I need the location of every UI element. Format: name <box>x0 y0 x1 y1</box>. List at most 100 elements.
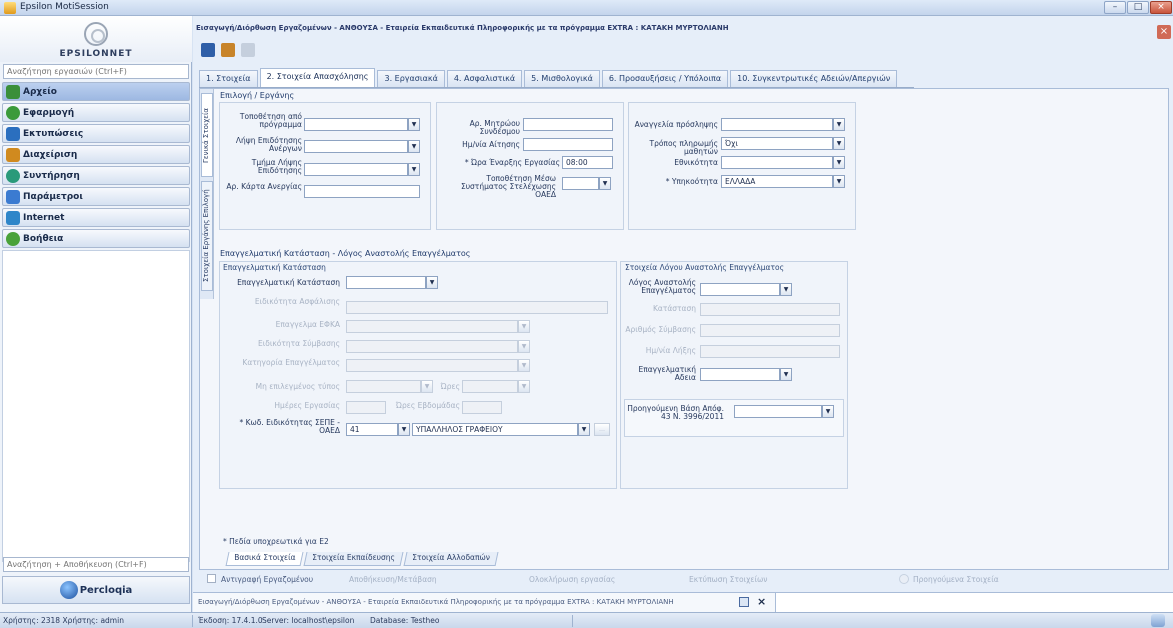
tab-insurance[interactable]: 4. Ασφαλιστικά <box>446 70 523 87</box>
user-icon[interactable] <box>1151 614 1165 627</box>
chevron-down-icon[interactable]: ▼ <box>780 368 792 381</box>
main-area: Εισαγωγή/Διόρθωση Εργαζομένων - ΑΝΘΟΥΣΑ … <box>193 16 1173 613</box>
previous-details-button[interactable]: Προηγούμενα Στοιχεία <box>913 575 999 584</box>
save-navigate-button[interactable]: Αποθήκευση/Μετάβαση <box>349 575 437 584</box>
previous-base-select[interactable] <box>734 405 822 418</box>
sidebar-item-help[interactable]: Βοήθεια <box>2 229 190 248</box>
tab-employment[interactable]: 2. Στοιχεία Απασχόλησης <box>259 68 376 87</box>
tab-foreigners[interactable]: Στοιχεία Αλλοδαπών <box>403 552 499 566</box>
employment-status-select[interactable] <box>346 276 426 289</box>
brand-name: Percloqia <box>79 584 133 596</box>
citizenship-select[interactable]: ΕΛΛΑΔΑ <box>721 175 833 188</box>
sidebar-item-label: Αρχείο <box>23 86 57 97</box>
professional-license-select[interactable] <box>700 368 780 381</box>
sidebar-item-parameters[interactable]: Παράμετροι <box>2 187 190 206</box>
tab-leaves[interactable]: 10. Συγκεντρωτικές Αδειών/Απεργιών <box>730 70 898 87</box>
tab-allowances[interactable]: 6. Προσαυξήσεις / Υπόλοιπα <box>601 70 729 87</box>
print-details-button[interactable]: Εκτύπωση Στοιχείων <box>689 575 767 584</box>
chevron-down-icon[interactable]: ▼ <box>833 175 845 188</box>
close-document-button[interactable]: × <box>1157 25 1171 39</box>
tab-education[interactable]: Στοιχεία Εκπαίδευσης <box>303 552 404 566</box>
brand-bar[interactable]: Percloqia <box>2 576 190 604</box>
tab-details[interactable]: 1. Στοιχεία <box>199 70 258 87</box>
tools-icon[interactable] <box>221 43 235 57</box>
unemployment-benefit-select[interactable] <box>304 140 408 153</box>
chevron-down-icon[interactable]: ▼ <box>408 118 420 131</box>
start-time-input[interactable]: 08:00 <box>562 156 613 169</box>
chevron-down-icon[interactable]: ▼ <box>408 163 420 176</box>
sidebar-item-internet[interactable]: Internet <box>2 208 190 227</box>
hiring-notice-select[interactable] <box>721 118 833 131</box>
more-button[interactable]: … <box>594 423 610 436</box>
maximize-button[interactable]: □ <box>1127 1 1149 14</box>
ethnicity-select[interactable] <box>721 156 833 169</box>
chevron-down-icon[interactable]: ▼ <box>833 137 845 150</box>
tab-payroll[interactable]: 5. Μισθολογικά <box>524 70 600 87</box>
window-title: Epsilon MotiSession <box>20 2 109 12</box>
oaed-placement-select[interactable] <box>562 177 599 190</box>
tab-work[interactable]: 3. Εργασιακά <box>377 70 445 87</box>
radio-icon[interactable] <box>899 574 909 584</box>
status-database: Database: Testheo <box>370 616 440 625</box>
restore-icon[interactable] <box>739 597 749 607</box>
group-employment-status <box>219 261 617 489</box>
hours-select <box>462 380 518 393</box>
chevron-down-icon: ▼ <box>421 380 433 393</box>
vtab-ergani[interactable]: Στοιχεία Εργάνης Επιλογή <box>201 181 213 291</box>
benefit-department-select[interactable] <box>304 163 408 176</box>
unemployment-card-input[interactable] <box>304 185 420 198</box>
occupation-category-select <box>346 359 518 372</box>
bottom-tabs: Βασικά Στοιχεία Στοιχεία Εκπαίδευσης Στο… <box>225 552 500 567</box>
placement-program-select[interactable] <box>304 118 408 131</box>
sidebar-item-management[interactable]: Διαχείριση <box>2 145 190 164</box>
chevron-down-icon[interactable]: ▼ <box>426 276 438 289</box>
sidebar-item-application[interactable]: Εφαρμογή <box>2 103 190 122</box>
chevron-down-icon[interactable]: ▼ <box>578 423 590 436</box>
chevron-down-icon: ▼ <box>518 359 530 372</box>
field-label: Προηγούμενη Βάση Απόφ. 43 Ν. 3996/2011 <box>627 404 724 421</box>
title-bar: Epsilon MotiSession – □ × <box>0 0 1173 16</box>
sidebar-item-label: Συντήρηση <box>23 170 80 181</box>
epsilon-logo-icon <box>84 22 108 46</box>
field-label: Αρ. Κάρτα Ανεργίας <box>226 182 302 191</box>
status-bar: Χρήστης: 2318 Χρήστης: admin Έκδοση: 17.… <box>0 612 1173 628</box>
minimize-button[interactable]: – <box>1104 1 1126 14</box>
field-label: Μη επιλεγμένος τύπος <box>255 382 340 391</box>
close-window-button[interactable]: × <box>1150 1 1172 14</box>
tab-basic-info[interactable]: Βασικά Στοιχεία <box>225 552 304 566</box>
vtab-general[interactable]: Γενικά Στοιχεία <box>201 93 213 177</box>
chevron-down-icon[interactable]: ▼ <box>780 283 792 296</box>
chevron-down-icon[interactable]: ▼ <box>599 177 611 190</box>
registry-number-input[interactable] <box>523 118 613 131</box>
chevron-down-icon[interactable]: ▼ <box>833 156 845 169</box>
sidebar-item-file[interactable]: Αρχείο <box>2 82 190 101</box>
chevron-down-icon[interactable]: ▼ <box>822 405 834 418</box>
weekly-hours-input <box>462 401 502 414</box>
complete-task-button[interactable]: Ολοκλήρωση εργασίας <box>529 575 615 584</box>
application-date-input[interactable] <box>523 138 613 151</box>
save-icon[interactable] <box>201 43 215 57</box>
field-label: Ημ/νία Αίτησης <box>462 140 520 149</box>
copy-employee-checkbox[interactable] <box>207 574 216 583</box>
sidebar-item-prints[interactable]: Εκτυπώσεις <box>2 124 190 143</box>
print-icon <box>6 126 20 141</box>
required-fields-note: * Πεδία υποχρεωτικά για Ε2 <box>223 537 329 546</box>
manage-icon <box>6 147 20 162</box>
chevron-down-icon[interactable]: ▼ <box>398 423 410 436</box>
specialty-name-select[interactable]: ΥΠΑΛΛΗΛΟΣ ΓΡΑΦΕΙΟΥ <box>412 423 578 436</box>
sidebar-item-maintenance[interactable]: Συντήρηση <box>2 166 190 185</box>
specialty-code-select[interactable]: 41 <box>346 423 398 436</box>
suspension-reason-select[interactable] <box>700 283 780 296</box>
tab-label: Στοιχεία Εκπαίδευσης <box>312 553 396 562</box>
chevron-down-icon[interactable]: ▼ <box>408 140 420 153</box>
document-tab-bar: Εισαγωγή/Διόρθωση Εργαζομένων - ΑΝΘΟΥΣΑ … <box>193 592 1173 613</box>
checkbox-label: Αντιγραφή Εργαζομένου <box>221 575 314 584</box>
document-tab[interactable]: Εισαγωγή/Διόρθωση Εργαζομένων - ΑΝΘΟΥΣΑ … <box>193 593 776 613</box>
close-tab-button[interactable]: × <box>757 595 766 608</box>
form-content: Γενικά Στοιχεία Στοιχεία Εργάνης Επιλογή… <box>199 88 1169 570</box>
bottom-search-input[interactable] <box>3 557 189 572</box>
student-payment-select[interactable]: Όχι <box>721 137 833 150</box>
field-label: Εθνικότητα <box>674 158 718 167</box>
chevron-down-icon[interactable]: ▼ <box>833 118 845 131</box>
task-search-input[interactable] <box>3 64 189 79</box>
